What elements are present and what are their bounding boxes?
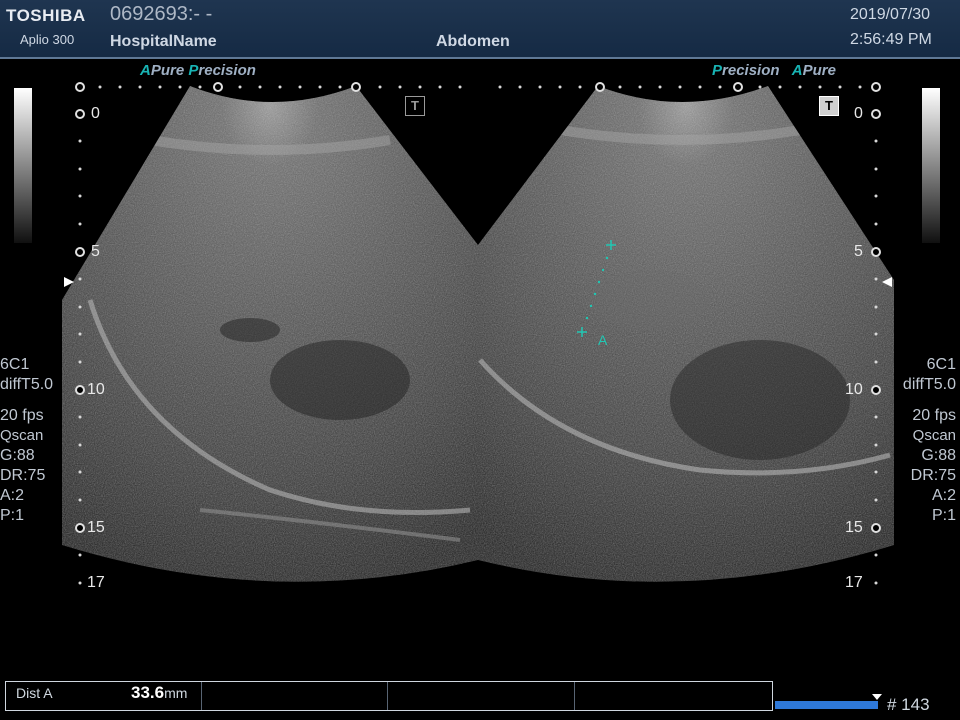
left-sector [62,86,478,582]
left-p: P:1 [0,507,25,524]
caliper-label: A [598,332,608,348]
frame-number: # 143 [887,695,930,714]
left-depth-5: 5 [91,243,100,260]
right-params: 6C1 diffT5.0 20 fps Qscan G:88 DR:75 A:2… [903,355,956,526]
right-sector [478,86,894,582]
cine-progress-bar[interactable] [775,701,878,709]
right-dr: DR:75 [910,467,956,484]
left-a: A:2 [0,487,25,504]
right-depth-5: 5 [854,243,863,260]
left-depth-0: 0 [91,105,100,122]
measurement-cell-3[interactable] [387,682,575,710]
left-depth-17: 17 [87,574,105,591]
left-params: 6C1 diffT5.0 20 fps Qscan G:88 DR:75 A:2… [0,355,53,526]
right-depth-0: 0 [854,105,863,122]
measurement-value-group: 33.6mm [131,683,187,703]
measurement-table: Dist A 33.6mm [5,681,773,711]
measurement-cell-1[interactable]: Dist A 33.6mm [6,682,202,710]
right-filter: diffT5.0 [902,376,956,393]
right-gain: G:88 [921,447,956,464]
cine-marker-icon[interactable] [872,694,882,700]
measurement-value: 33.6 [131,683,165,702]
right-depth-15: 15 [845,519,863,536]
right-fps: 20 fps [912,407,956,424]
right-depth-17: 17 [845,574,863,591]
right-a: A:2 [931,487,956,504]
left-depth-15: 15 [87,519,105,536]
measurement-label: Dist A [16,685,53,701]
left-gain: G:88 [0,447,35,464]
left-probe: 6C1 [0,356,30,373]
left-fps: 20 fps [0,407,44,424]
measurement-cell-4[interactable] [574,682,771,710]
right-probe: 6C1 [926,356,956,373]
right-depth-10: 10 [845,381,863,398]
left-dr: DR:75 [0,467,46,484]
ultrasound-images [62,82,894,585]
right-qscan: Qscan [912,427,956,444]
left-depth-10: 10 [87,381,105,398]
top-scale [98,85,862,89]
left-qscan: Qscan [0,427,44,444]
right-p: P:1 [931,507,956,524]
left-filter: diffT5.0 [0,376,54,393]
measurement-cell-2[interactable] [201,682,388,710]
measurement-unit: mm [164,685,188,701]
